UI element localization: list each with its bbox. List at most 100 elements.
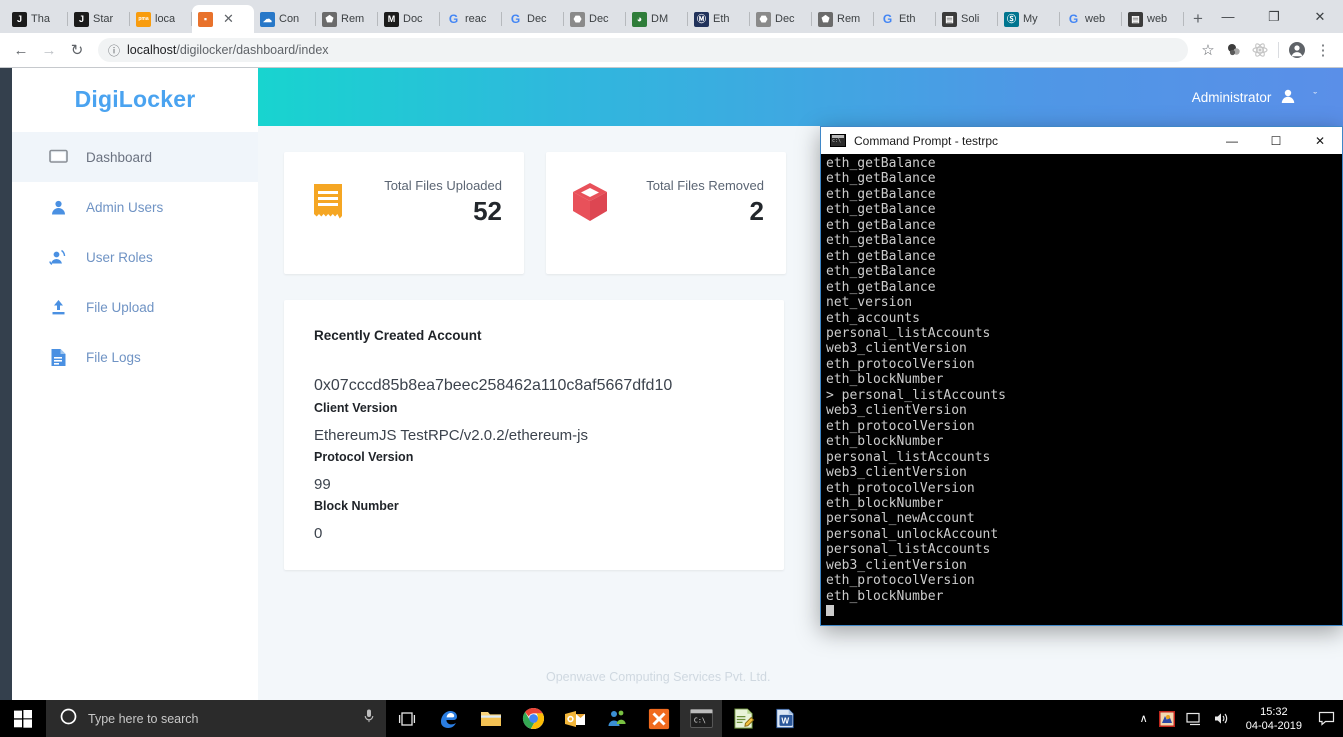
browser-tab[interactable]: Ⓢ My	[998, 5, 1060, 33]
cmd-maximize-button[interactable]: ☐	[1254, 127, 1298, 154]
browser-tab[interactable]: G Dec	[502, 5, 564, 33]
stat-card-removed-text: Total Files Removed 2	[612, 178, 764, 227]
hex-icon: ⬣	[756, 11, 771, 27]
google-icon: G	[448, 12, 459, 26]
screen: J Tha J Star pma loca ▪ ✕ ☁ Con ⬟ Rem M Doc Greac G Dec ⬣…	[0, 0, 1343, 737]
browser-tab[interactable]: J Tha	[6, 5, 68, 33]
task-view-icon[interactable]	[386, 700, 428, 737]
back-button[interactable]: ←	[8, 37, 34, 63]
sidebar-item-label: File Logs	[86, 349, 141, 365]
browser-tab[interactable]: ▪ ✕	[192, 5, 254, 33]
browser-tab[interactable]: J Star	[68, 5, 130, 33]
command-prompt-window[interactable]: Command Prompt - testrpc — ☐ ✕ eth_getBa…	[820, 126, 1343, 626]
browser-tab[interactable]: ⬟ Rem	[316, 5, 378, 33]
reload-button[interactable]: ↻	[64, 37, 90, 63]
browser-tab-label: Star	[93, 13, 114, 25]
browser-tab[interactable]: ◕ DM	[626, 5, 688, 33]
taskbar-xampp-icon[interactable]	[638, 700, 680, 737]
console-line: eth_protocolVersion	[826, 418, 975, 434]
site-info-icon[interactable]: ⓘ	[108, 42, 120, 59]
windows-start-icon[interactable]	[0, 700, 46, 737]
metamask-extension-icon[interactable]	[1222, 38, 1246, 62]
chrome-menu-icon[interactable]: ⋮	[1311, 38, 1335, 62]
taskbar-chrome-icon[interactable]	[512, 700, 554, 737]
field-value: 0	[314, 525, 323, 542]
browser-tab-label: web	[1147, 13, 1168, 25]
field-value: 99	[314, 476, 331, 493]
console-line: eth_getBalance	[826, 217, 936, 233]
tab-strip: J Tha J Star pma loca ▪ ✕ ☁ Con ⬟ Rem M Doc Greac G Dec ⬣…	[0, 0, 1343, 33]
taskbar-clock[interactable]: 15:32 04-04-2019	[1241, 705, 1307, 733]
profile-avatar-icon[interactable]	[1285, 38, 1309, 62]
cmd-minimize-button[interactable]: —	[1210, 127, 1254, 154]
search-input[interactable]: Type here to search	[46, 700, 386, 737]
taskbar-apps: C:\ W	[428, 700, 806, 737]
browser-tab[interactable]: ☁ Con	[254, 5, 316, 33]
taskbar-edge-icon[interactable]	[428, 700, 470, 737]
chevron-down-icon[interactable]: ˇ	[1305, 91, 1317, 103]
clock-time: 15:32	[1260, 705, 1288, 718]
maximize-window-button[interactable]: ❐	[1251, 0, 1297, 33]
browser-tab[interactable]: G Eth	[874, 5, 936, 33]
command-prompt-titlebar[interactable]: Command Prompt - testrpc — ☐ ✕	[821, 127, 1342, 154]
taskbar-people-icon[interactable]	[596, 700, 638, 737]
phpstorm-icon: J	[12, 11, 27, 27]
user-name-label: Administrator	[1191, 89, 1272, 105]
sidebar-item-label: Admin Users	[86, 199, 164, 215]
network-monitor-tray-icon[interactable]	[1158, 710, 1175, 727]
browser-tab-label: Eth	[899, 13, 916, 25]
command-prompt-title: Command Prompt - testrpc	[854, 133, 999, 148]
console-output[interactable]: eth_getBalance eth_getBalance eth_getBalan…	[821, 154, 1342, 625]
taskbar-outlook-icon[interactable]	[554, 700, 596, 737]
browser-tab[interactable]: ▤ web	[1122, 5, 1184, 33]
app-header: Administrator ˇ	[258, 68, 1343, 126]
sidebar-item-dashboard[interactable]: Dashboard	[12, 132, 258, 182]
sidebar-item-file-logs[interactable]: File Logs	[12, 332, 258, 382]
browser-tab[interactable]: ⬣ Dec	[564, 5, 626, 33]
taskbar-file-explorer-icon[interactable]	[470, 700, 512, 737]
volume-tray-icon[interactable]	[1213, 711, 1230, 726]
browser-tab[interactable]: ▤ Soli	[936, 5, 998, 33]
browser-tab[interactable]: Greac	[440, 5, 502, 33]
taskbar-notepadpp-icon[interactable]	[722, 700, 764, 737]
bookmark-star-icon[interactable]: ☆	[1196, 38, 1220, 62]
react-devtools-extension-icon[interactable]	[1248, 38, 1272, 62]
browser-tab[interactable]: pma loca	[130, 5, 192, 33]
address-bar[interactable]: ⓘ localhost/digilocker/dashboard/index	[98, 38, 1188, 62]
browser-tab[interactable]: ⬣ Dec	[750, 5, 812, 33]
tray-expand-chevron-icon[interactable]: ∧	[1140, 712, 1148, 725]
cmd-close-button[interactable]: ✕	[1298, 127, 1342, 154]
app-logo[interactable]: DigiLocker	[12, 68, 258, 130]
sidebar-item-label: Dashboard	[86, 149, 153, 165]
minimize-window-button[interactable]: —	[1205, 0, 1251, 33]
sidebar-item-admin-users[interactable]: Admin Users	[12, 182, 258, 232]
user-menu[interactable]: Administrator ˇ	[1192, 68, 1317, 126]
display-tray-icon[interactable]	[1186, 712, 1202, 726]
browser-tab[interactable]: M Doc	[378, 5, 440, 33]
system-tray: ∧ 15:32 04-04-2019	[1140, 705, 1343, 733]
notification-icon[interactable]	[1318, 711, 1335, 726]
stat-card-uploaded-value: 52	[473, 195, 502, 226]
browser-tab[interactable]: ⬟ Rem	[812, 5, 874, 33]
svg-text:C:\: C:\	[693, 716, 705, 724]
console-line: personal_listAccounts	[826, 449, 991, 465]
sidebar-item-file-upload[interactable]: File Upload	[12, 282, 258, 332]
browser-tab-label: Dec	[775, 13, 795, 25]
taskbar-command-prompt-icon[interactable]: C:\	[680, 700, 722, 737]
taskbar-word-icon[interactable]: W	[764, 700, 806, 737]
user-roles-icon	[48, 247, 68, 267]
browser-tab[interactable]: Gweb	[1060, 5, 1122, 33]
ethereum-icon: ⬟	[322, 11, 337, 27]
sidebar-item-label: File Upload	[86, 299, 155, 315]
sidebar-item-user-roles[interactable]: User Roles	[12, 232, 258, 282]
close-window-button[interactable]: ✕	[1297, 0, 1343, 33]
console-line: eth_blockNumber	[826, 588, 944, 604]
receipt-icon	[306, 180, 350, 224]
browser-tab-label: Soli	[961, 13, 980, 25]
address-host: localhost	[127, 43, 177, 57]
tab-close-icon[interactable]: ✕	[223, 11, 234, 27]
forward-button[interactable]: →	[36, 37, 62, 63]
browser-tab[interactable]: Ⓜ Eth	[688, 5, 750, 33]
stat-card-removed-value: 2	[749, 195, 764, 226]
microphone-icon[interactable]	[362, 708, 376, 729]
